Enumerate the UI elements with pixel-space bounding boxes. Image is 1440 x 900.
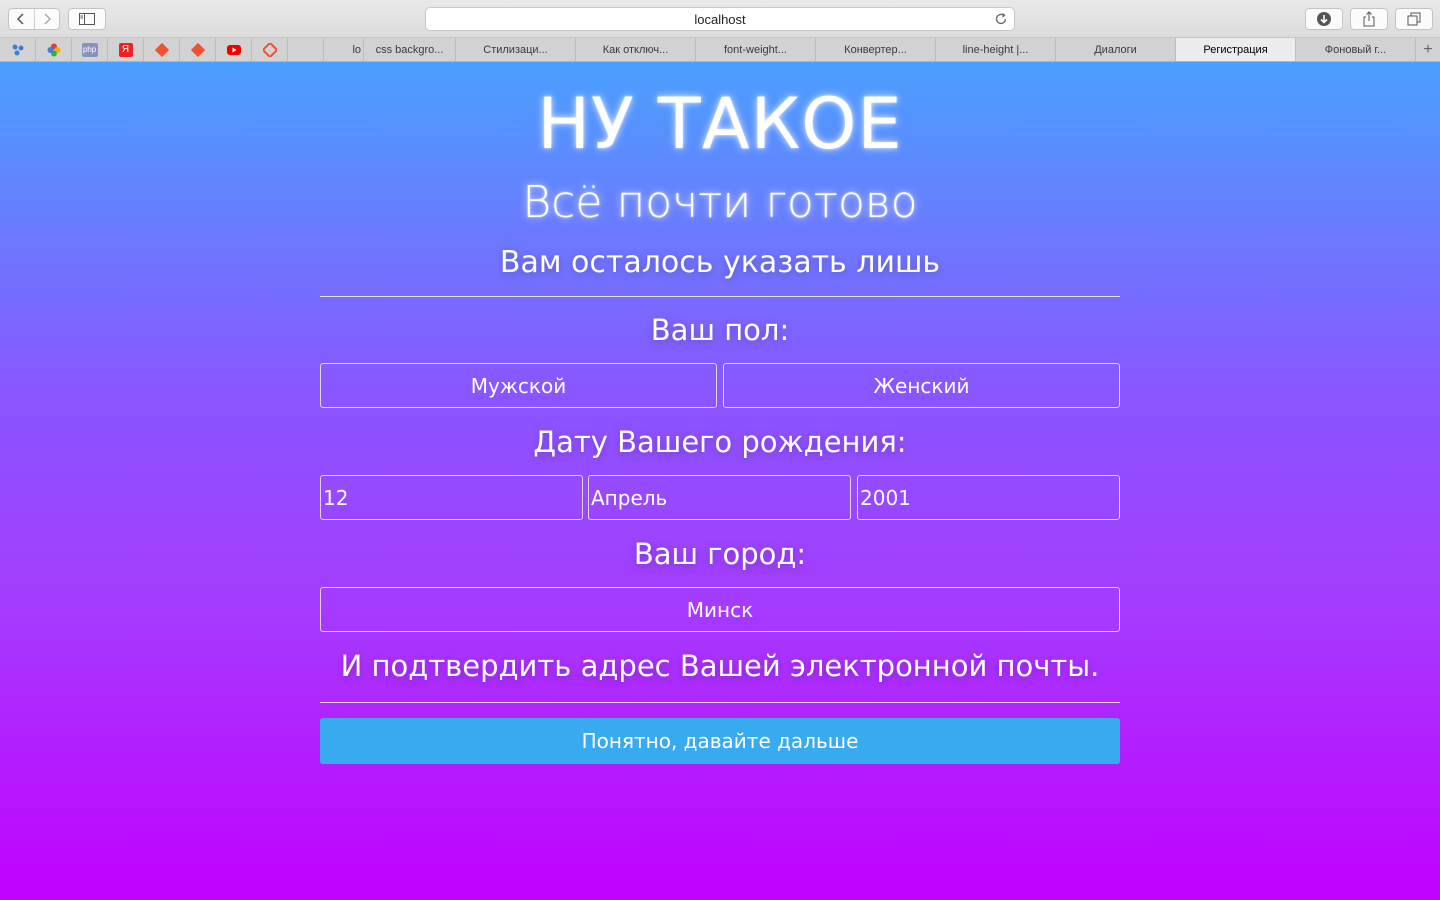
git-icon — [154, 42, 169, 57]
tab[interactable]: Диалоги — [1056, 38, 1176, 61]
pinned-tab[interactable] — [216, 38, 252, 61]
confirm-email-text: И подтвердить адрес Вашей электронной по… — [340, 649, 1100, 683]
pinned-tab[interactable] — [144, 38, 180, 61]
git-icon — [262, 42, 277, 57]
nav-group — [8, 8, 60, 30]
reload-icon[interactable] — [994, 12, 1008, 26]
sidebar-button[interactable] — [68, 8, 106, 30]
birth-year-field[interactable]: 2001 — [857, 475, 1120, 520]
tabs-icon — [1407, 12, 1421, 26]
tab[interactable]: lo — [324, 38, 364, 61]
gender-label: Ваш пол: — [650, 313, 790, 347]
registration-page: НУ ТАКОЕ Всё почти готово Вам осталось у… — [0, 62, 1440, 900]
gender-female-button[interactable]: Женский — [723, 363, 1120, 408]
yandex-icon: Я — [118, 42, 133, 57]
tab[interactable]: Фоновый г... — [1296, 38, 1416, 61]
new-tab-button[interactable]: + — [1416, 38, 1440, 61]
pinned-tab[interactable] — [36, 38, 72, 61]
site-logo: НУ ТАКОЕ — [537, 83, 903, 165]
birth-label: Дату Вашего рождения: — [533, 425, 907, 459]
youtube-icon — [226, 44, 241, 55]
flower-icon — [47, 43, 60, 56]
pinned-tab[interactable] — [288, 38, 324, 61]
gender-male-button[interactable]: Мужской — [320, 363, 717, 408]
php-icon: php — [81, 42, 98, 57]
downloads-button[interactable] — [1305, 8, 1343, 30]
share-icon — [1363, 11, 1375, 27]
tab[interactable]: Конвертер... — [816, 38, 936, 61]
pinned-tab[interactable] — [252, 38, 288, 61]
pinned-tab[interactable] — [0, 38, 36, 61]
scatter-icon — [12, 44, 23, 55]
tab[interactable]: line-height |... — [936, 38, 1056, 61]
birth-month-field[interactable]: Апрель — [588, 475, 851, 520]
tab-overview-button[interactable] — [1395, 8, 1433, 30]
git-icon — [190, 42, 205, 57]
pinned-tab[interactable]: php — [72, 38, 108, 61]
share-button[interactable] — [1350, 8, 1388, 30]
page-title: Всё почти готово — [522, 177, 918, 228]
tab-active[interactable]: Регистрация — [1176, 38, 1296, 61]
pinned-tab[interactable]: Я — [108, 38, 144, 61]
sidebar-icon — [79, 13, 95, 25]
tab[interactable]: font-weight... — [696, 38, 816, 61]
divider — [320, 296, 1120, 297]
city-field[interactable]: Минск — [320, 587, 1120, 632]
plus-icon: + — [1423, 40, 1433, 58]
download-icon — [1317, 12, 1331, 26]
chevron-left-icon — [17, 13, 24, 25]
url-text: localhost — [694, 11, 746, 27]
tab[interactable]: Стилизаци... — [456, 38, 576, 61]
address-bar[interactable]: localhost — [425, 7, 1015, 31]
chevron-right-icon — [44, 13, 51, 25]
browser-toolbar: localhost — [0, 0, 1440, 38]
page-subtitle: Вам осталось указать лишь — [499, 245, 941, 280]
tab[interactable]: Как отключ... — [576, 38, 696, 61]
divider — [320, 702, 1120, 703]
birth-day-field[interactable]: 12 — [320, 475, 583, 520]
back-button[interactable] — [9, 9, 34, 29]
pinned-tab[interactable] — [180, 38, 216, 61]
tab-bar: php Я lo css backgro... Стилизаци... Как… — [0, 38, 1440, 62]
forward-button[interactable] — [33, 9, 60, 29]
city-label: Ваш город: — [633, 537, 807, 571]
tab[interactable]: css backgro... — [364, 38, 456, 61]
continue-button[interactable]: Понятно, давайте дальше — [320, 718, 1120, 764]
